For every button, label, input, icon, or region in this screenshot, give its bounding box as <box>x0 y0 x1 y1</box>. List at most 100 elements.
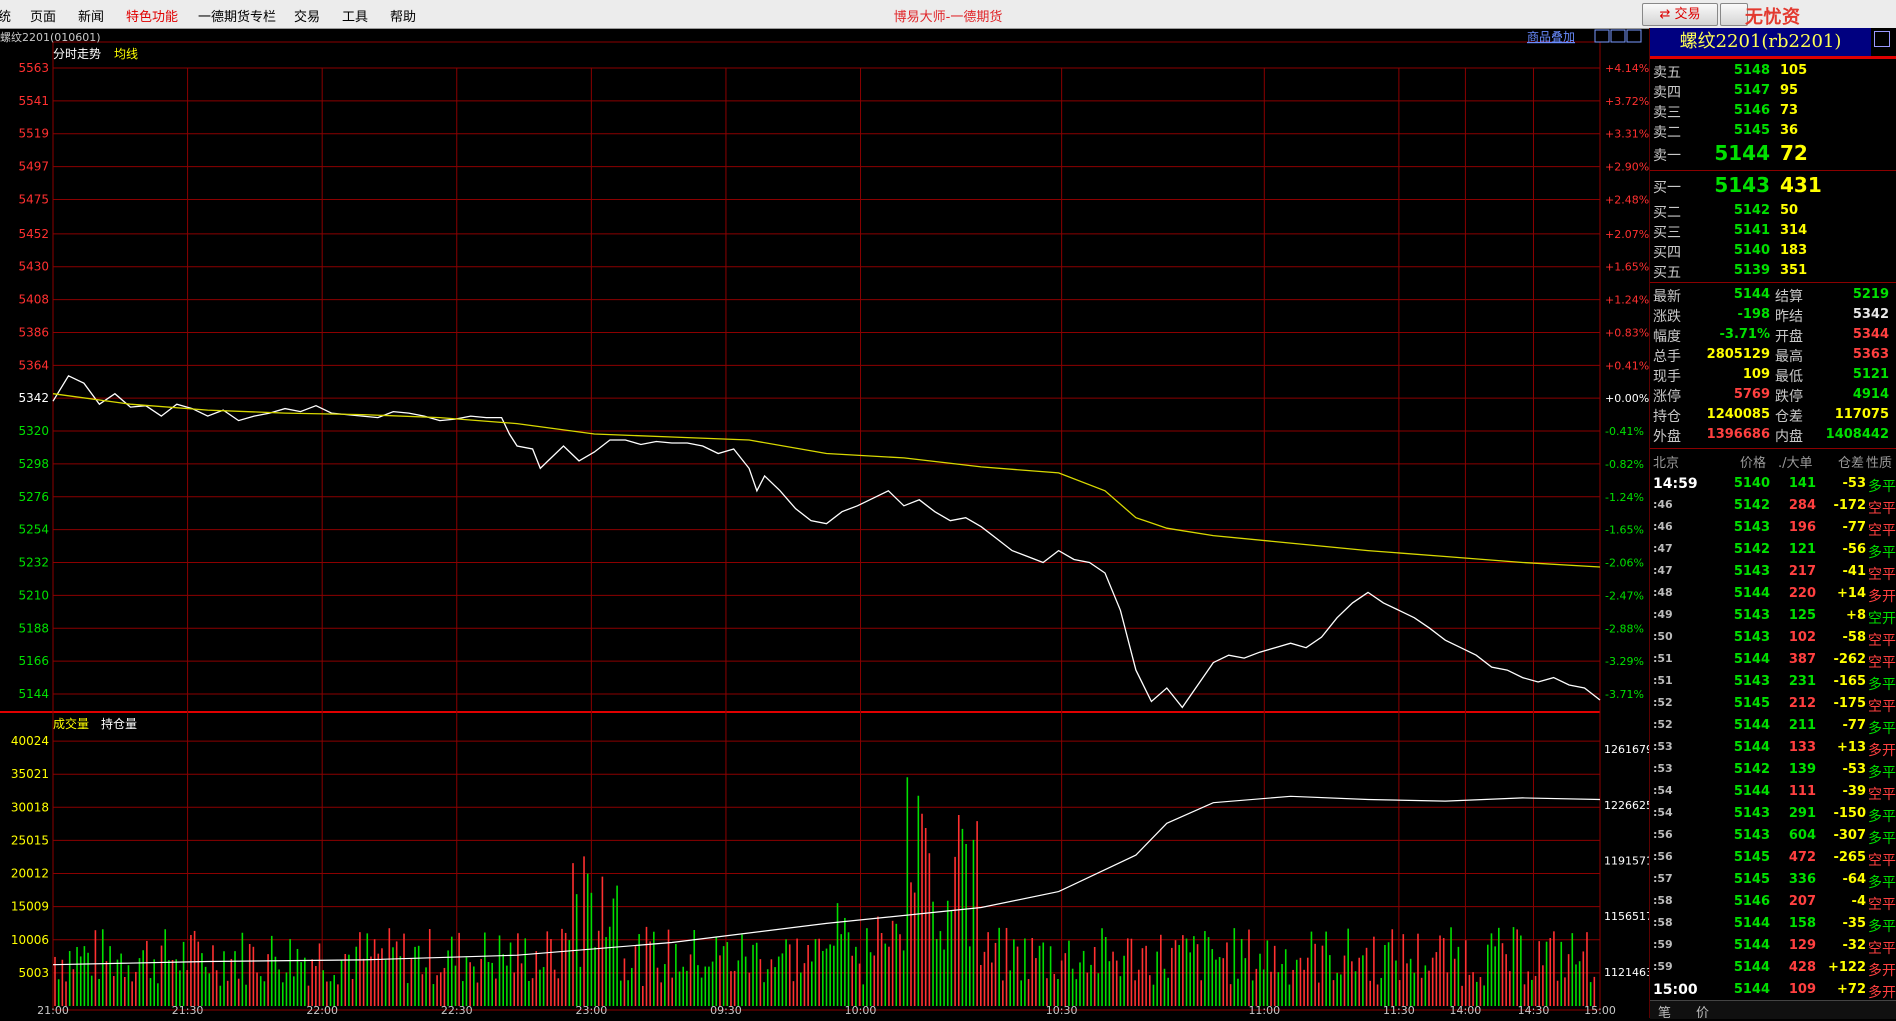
price-tick-label: 5452 <box>18 227 49 241</box>
tab-price[interactable]: 价 <box>1696 1002 1709 1021</box>
tick-row[interactable]: :58 5146 207 -4 空平 <box>1650 892 1896 914</box>
volume-tick-label: 20012 <box>11 867 49 881</box>
menu-item-features[interactable]: 特色功能 <box>126 6 178 25</box>
tick-volume: 387 <box>1788 652 1816 667</box>
stat-label: 涨停 <box>1653 389 1681 405</box>
time-tick-label: 10:00 <box>845 1004 877 1017</box>
tab-avg[interactable]: 均线 <box>114 47 138 61</box>
stat-value: 1240085 <box>1706 407 1770 422</box>
volume-tick-label: 10006 <box>11 933 49 947</box>
tick-row[interactable]: :46 5143 196 -77 空平 <box>1650 518 1896 540</box>
maximize-icon[interactable] <box>1626 29 1642 43</box>
tick-row[interactable]: 14:59 5140 141 -53 多平 <box>1650 474 1896 496</box>
tick-row[interactable]: :59 5144 129 -32 空平 <box>1650 936 1896 958</box>
tick-row[interactable]: :56 5143 604 -307 多平 <box>1650 826 1896 848</box>
stat-value: 5363 <box>1852 347 1889 362</box>
menu-item-news[interactable]: 新闻 <box>78 6 104 25</box>
tick-time: :51 <box>1653 652 1673 665</box>
stat-label: 持仓 <box>1653 409 1681 425</box>
tick-row[interactable]: :50 5143 102 -58 空平 <box>1650 628 1896 650</box>
pct-tick-label: +0.41% <box>1605 359 1649 372</box>
tick-time: :48 <box>1653 586 1673 599</box>
tick-row[interactable]: :48 5144 220 +14 多开 <box>1650 584 1896 606</box>
price-tick-label: 5497 <box>18 160 49 174</box>
stat-value: 117075 <box>1834 407 1889 422</box>
minimize-icon[interactable] <box>1594 29 1610 43</box>
ask-price: 5147 <box>1733 83 1770 98</box>
menu-item-cut[interactable]: 统 <box>0 6 11 25</box>
ask-label: 卖四 <box>1653 85 1681 101</box>
trade-button[interactable]: ⇄ 交易 <box>1642 3 1718 26</box>
tick-row[interactable]: :51 5144 387 -262 空平 <box>1650 650 1896 672</box>
price-tick-label: 5430 <box>18 260 49 274</box>
ask1-label: 卖一 <box>1653 148 1681 164</box>
panel-toggle-icon[interactable] <box>1874 31 1890 47</box>
menu-item-trade[interactable]: 交易 <box>294 6 320 25</box>
tick-row[interactable]: :53 5144 133 +13 多开 <box>1650 738 1896 760</box>
tick-row[interactable]: :52 5144 211 -77 多平 <box>1650 716 1896 738</box>
price-tick-label: 5144 <box>18 687 49 701</box>
tick-time: :56 <box>1653 850 1673 863</box>
stat-value: -3.71% <box>1719 327 1771 342</box>
bid-price: 5142 <box>1733 203 1770 218</box>
restore-icon[interactable] <box>1610 29 1626 43</box>
tick-oi-change: -150 <box>1833 806 1866 821</box>
tick-price: 5140 <box>1733 476 1770 491</box>
overlay-link[interactable]: 商品叠加 <box>1527 29 1575 44</box>
stat-label: 最低 <box>1775 369 1803 385</box>
time-tick-label: 14:30 <box>1518 1004 1550 1017</box>
tick-nature: 多平 <box>1868 765 1896 781</box>
tick-nature: 空平 <box>1868 523 1896 539</box>
tick-nature: 多平 <box>1868 919 1896 935</box>
menu-item-page[interactable]: 页面 <box>30 6 56 25</box>
price-tick-label: 5475 <box>18 192 49 206</box>
bid-label: 买五 <box>1653 265 1681 281</box>
tick-row[interactable]: :53 5142 139 -53 多平 <box>1650 760 1896 782</box>
tab-trend[interactable]: 分时走势 <box>53 47 101 61</box>
bid-price: 5140 <box>1733 243 1770 258</box>
stat-value: -198 <box>1737 307 1770 322</box>
pct-tick-label: +2.07% <box>1605 228 1649 241</box>
stat-label: 涨跌 <box>1653 309 1681 325</box>
tick-volume: 207 <box>1788 894 1816 909</box>
tick-row[interactable]: :49 5143 125 +8 空开 <box>1650 606 1896 628</box>
stat-label: 最新 <box>1653 289 1681 305</box>
menu-item-help[interactable]: 帮助 <box>390 6 416 25</box>
title-divider <box>1650 56 1896 59</box>
tick-time: :57 <box>1653 872 1673 885</box>
tick-time: :51 <box>1653 674 1673 687</box>
price-tick-label: 5364 <box>18 358 49 372</box>
stats-divider <box>1650 282 1896 283</box>
tick-row[interactable]: :46 5142 284 -172 空平 <box>1650 496 1896 518</box>
tab-ticks[interactable]: 笔 <box>1658 1002 1671 1021</box>
tick-row[interactable]: :47 5143 217 -41 空平 <box>1650 562 1896 584</box>
tick-row[interactable]: :58 5144 158 -35 多平 <box>1650 914 1896 936</box>
tick-volume: 111 <box>1788 784 1816 799</box>
ticks-divider <box>1650 448 1896 449</box>
menu-item-column[interactable]: 一德期货专栏 <box>198 6 276 25</box>
bid1-vol: 431 <box>1780 173 1822 197</box>
tick-row[interactable]: :54 5144 111 -39 空平 <box>1650 782 1896 804</box>
tick-row[interactable]: :51 5143 231 -165 多平 <box>1650 672 1896 694</box>
tick-row[interactable]: :52 5145 212 -175 空平 <box>1650 694 1896 716</box>
ask-price: 5148 <box>1733 63 1770 78</box>
tick-row[interactable]: :56 5145 472 -265 空平 <box>1650 848 1896 870</box>
menu-item-tools[interactable]: 工具 <box>342 6 368 25</box>
tick-row[interactable]: :47 5142 121 -56 多平 <box>1650 540 1896 562</box>
price-tick-label: 5320 <box>18 424 49 438</box>
window-button[interactable] <box>1720 3 1748 26</box>
intraday-chart[interactable]: 5563 +4.14% 5541 +3.72% 5519 +3.31% 5497 +2.90%… <box>0 28 1649 1018</box>
tick-row[interactable]: :57 5145 336 -64 多平 <box>1650 870 1896 892</box>
tick-row[interactable]: 15:00 5144 109 +72 多开 <box>1650 980 1896 1002</box>
stat-value: 4914 <box>1852 387 1889 402</box>
quote-panel: 螺纹2201(rb2201) 卖五 5148 105 卖四 5147 95 卖三 5146 73… <box>1649 28 1896 1021</box>
bottom-tabs: 笔 价 <box>1650 1000 1896 1021</box>
time-tick-label: 15:00 <box>1584 1004 1616 1017</box>
tick-row[interactable]: :59 5144 428 +122 多开 <box>1650 958 1896 980</box>
tick-time: :52 <box>1653 696 1673 709</box>
tick-oi-change: -32 <box>1842 938 1867 953</box>
tick-row[interactable]: :54 5143 291 -150 多平 <box>1650 804 1896 826</box>
stat-label: 现手 <box>1653 369 1681 385</box>
tick-oi-change: -53 <box>1842 762 1867 777</box>
stat-value: 5342 <box>1852 307 1889 322</box>
